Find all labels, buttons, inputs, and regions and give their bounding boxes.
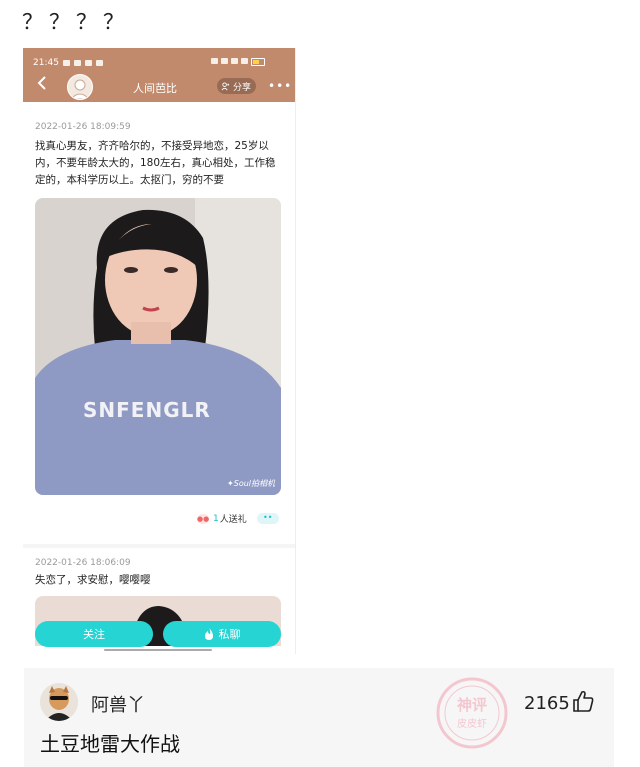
post-photo[interactable]: SNFENGLR ✦Soul拍相机	[35, 198, 281, 495]
more-options-icon[interactable]: •••	[268, 79, 292, 93]
wifi-icon	[241, 58, 248, 64]
commenter-name[interactable]: 阿兽丫	[91, 691, 145, 717]
share-label: 分享	[233, 82, 252, 93]
comment-text: 土豆地雷大作战	[40, 732, 180, 756]
post-timestamp: 2022-01-26 18:06:09	[35, 558, 131, 568]
status-time: 21:45	[33, 58, 59, 68]
shirt-print: SNFENGLR	[83, 398, 211, 422]
alarm-icon	[211, 58, 218, 64]
battery-icon	[251, 58, 265, 66]
status-indicators	[211, 58, 265, 66]
gift-row[interactable]: ●● 1 人送礼 ••	[197, 512, 279, 525]
stamp-title: 神评	[457, 696, 487, 714]
profile-avatar[interactable]	[67, 74, 93, 100]
comment-icon[interactable]: ••	[256, 513, 279, 524]
signal-icon	[231, 58, 238, 64]
like-count: 2165	[524, 693, 570, 714]
post-timestamp: 2022-01-26 18:09:59	[35, 122, 131, 132]
notification-icon	[95, 60, 103, 66]
stamp-subtitle: 皮皮虾	[457, 717, 487, 730]
post-divider	[23, 544, 295, 548]
share-icon	[221, 81, 230, 90]
follow-button[interactable]: 关注	[35, 621, 153, 647]
gift-icon: ●●	[197, 513, 210, 524]
flame-icon	[204, 628, 213, 640]
shenping-stamp: 神评 皮皮虾	[436, 677, 508, 749]
signal-icon	[221, 58, 228, 64]
profile-name: 人间芭比	[133, 82, 177, 95]
back-arrow-icon[interactable]	[35, 75, 51, 91]
commenter-avatar[interactable]	[40, 683, 78, 721]
notification-icon	[73, 60, 81, 66]
post-text: 找真心男友，齐齐哈尔的，不接受异地恋，25岁以内，不要年龄太大的，180左右，真…	[35, 140, 276, 186]
gift-label: 人送礼	[219, 515, 247, 525]
share-button[interactable]: 分享	[217, 78, 257, 94]
gift-count: 1	[213, 513, 219, 524]
phone-screenshot: 21:45 人间芭比 分享 ••• 2022-01-26 18:09:59 找真…	[23, 48, 296, 654]
private-chat-button[interactable]: 私聊	[163, 621, 281, 647]
profile-header: 21:45 人间芭比 分享 •••	[23, 48, 295, 102]
status-bar: 21:45	[33, 58, 103, 68]
thumbs-up-icon[interactable]	[572, 689, 594, 713]
post-text: 失恋了，求安慰，嘤嘤嘤	[35, 574, 151, 586]
follow-label: 关注	[83, 628, 105, 641]
comment-card: 阿兽丫 土豆地雷大作战 神评 皮皮虾 2165	[24, 668, 614, 767]
chat-label: 私聊	[218, 628, 241, 641]
photo-watermark: ✦Soul拍相机	[227, 479, 275, 488]
home-indicator	[104, 649, 212, 651]
notification-icon	[84, 60, 92, 66]
notification-icon	[62, 60, 70, 66]
post-title: ？？？？	[22, 10, 130, 34]
